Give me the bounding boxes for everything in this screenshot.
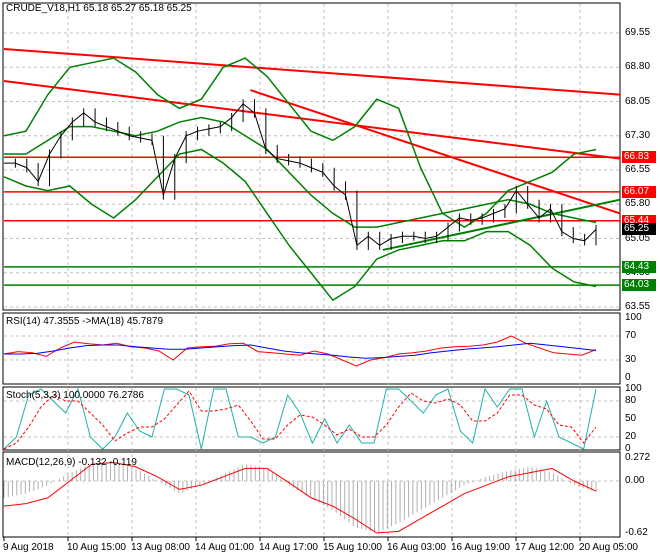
price-axis-label: 67.30 (625, 129, 651, 141)
date-axis-label: 13 Aug 08:00 (131, 542, 190, 553)
date-axis-label: 14 Aug 17:00 (259, 542, 318, 553)
stoch-axis-label: 80 (625, 395, 637, 406)
rsi-axis-label: 30 (625, 354, 637, 365)
level-tag-64.03: 64.03 (622, 279, 656, 292)
chart-canvas (2, 2, 621, 541)
stoch-axis-label: 20 (625, 431, 637, 442)
bollinger-middle (4, 116, 597, 228)
level-tag-65.25: 65.25 (622, 223, 656, 236)
level-tag-66.07: 66.07 (622, 185, 656, 198)
rsi-label: RSI(14) 47.3555 ->MA(18) 45.7879 (6, 316, 164, 327)
macd-axis-label: 0.00 (625, 475, 645, 486)
price-axis-label: 66.55 (625, 164, 651, 175)
trendline (3, 79, 621, 160)
date-axis-label: 9 Aug 2018 (3, 542, 54, 553)
rsi-axis-label: 70 (625, 330, 637, 341)
price-axis-label: 68.80 (625, 61, 651, 73)
macd-label: MACD(12,26,9) -0.132 -0.119 (6, 457, 137, 468)
stoch-axis-label: 50 (625, 413, 637, 424)
level-tag-64.43: 64.43 (622, 260, 656, 273)
macd-axis-label: 0.272 (625, 452, 651, 464)
rsi-line (3, 335, 597, 367)
date-axis-label: 20 Aug 05:00 (579, 542, 638, 553)
date-axis-label: 14 Aug 01:00 (195, 542, 254, 553)
date-axis-label: 15 Aug 10:00 (323, 542, 382, 553)
stoch-label: Stoch(5,3,3) 100.0000 76.2786 (6, 390, 144, 401)
trendline (3, 47, 621, 96)
date-axis-label: 16 Aug 03:00 (387, 542, 446, 553)
stoch-axis-label: 100 (625, 383, 642, 394)
bollinger-upper (3, 57, 597, 228)
macd-signal-line (3, 462, 597, 534)
chart-window: CRUDE_V18,H1 65.18 65.27 65.18 65.25 RSI… (0, 0, 660, 560)
bollinger-lower (3, 148, 597, 302)
date-axis-label: 16 Aug 19:00 (451, 542, 510, 553)
price-axis-label: 69.55 (625, 27, 651, 38)
rsi-ma-line (4, 342, 597, 359)
price-axis-label: 65.80 (625, 198, 651, 210)
rsi-axis-label: 0 (625, 372, 631, 383)
date-axis-label: 10 Aug 15:00 (67, 542, 126, 553)
level-tag-66.83: 66.83 (622, 151, 656, 164)
price-axis-label: 68.05 (625, 95, 651, 107)
chart-title: CRUDE_V18,H1 65.18 65.27 65.18 65.25 (6, 3, 192, 14)
price-axis-label: 63.55 (625, 301, 651, 313)
macd-axis-label: -0.62 (625, 527, 648, 538)
rsi-axis-label: 100 (625, 312, 642, 323)
date-axis-label: 17 Aug 12:00 (515, 542, 574, 553)
